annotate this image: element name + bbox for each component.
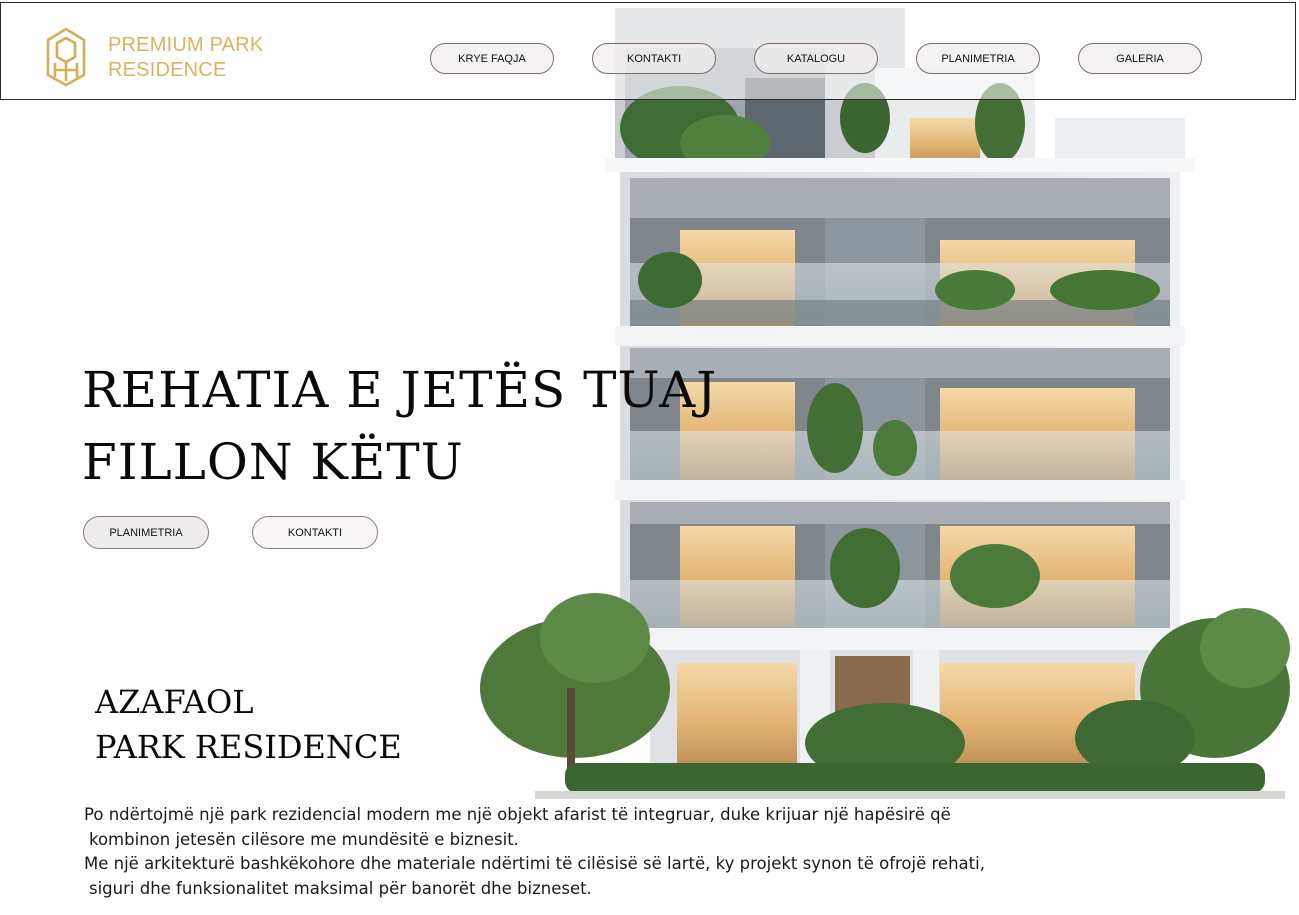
building-logo-icon[interactable] [45, 27, 87, 87]
hero-title: REHATIA E JETËS TUAJ FILLON KËTU [82, 354, 717, 498]
nav-krye-faqja[interactable]: KRYE FAQJA [430, 43, 554, 74]
brand-name[interactable]: PREMIUM PARK RESIDENCE [108, 33, 263, 83]
nav-galeria[interactable]: GALERIA [1078, 43, 1202, 74]
project-name-line-1: AZAFAOL [95, 683, 254, 721]
description-line-3: Me një arkitekturë bashkëkohore dhe mate… [84, 854, 985, 873]
nav-katalogu[interactable]: KATALOGU [754, 43, 878, 74]
brand-line-2: RESIDENCE [108, 59, 227, 81]
hero-title-line-2: FILLON KËTU [82, 433, 464, 491]
site-header: PREMIUM PARK RESIDENCE KRYE FAQJA KONTAK… [0, 2, 1296, 100]
nav-kontakti[interactable]: KONTAKTI [592, 43, 716, 74]
description-line-1: Po ndërtojmë një park rezidencial modern… [84, 805, 951, 824]
kontakti-button[interactable]: KONTAKTI [252, 516, 378, 549]
project-name: AZAFAOL PARK RESIDENCE [95, 680, 402, 770]
project-description: Po ndërtojmë një park rezidencial modern… [84, 803, 1094, 901]
nav-planimetria[interactable]: PLANIMETRIA [916, 43, 1040, 74]
project-name-line-2: PARK RESIDENCE [95, 728, 402, 766]
hero-title-line-1: REHATIA E JETËS TUAJ [82, 361, 718, 419]
description-line-2: kombinon jetesën cilësore me mundësitë e… [89, 829, 519, 849]
brand-line-1: PREMIUM PARK [108, 34, 264, 56]
description-line-4: siguri dhe funksionalitet maksimal për b… [89, 878, 592, 898]
planimetria-button[interactable]: PLANIMETRIA [83, 516, 209, 549]
